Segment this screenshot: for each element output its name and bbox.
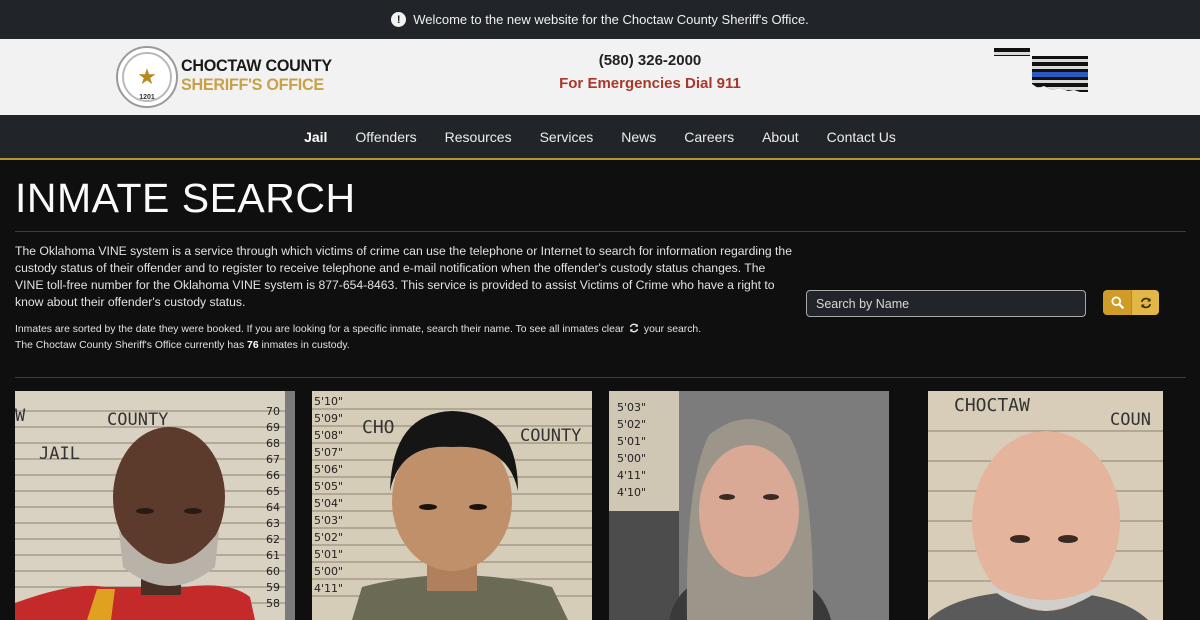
sort-note-text-end: your search. [643,324,702,335]
height-tick: 5'10" [314,395,343,408]
height-tick: 68 [266,437,280,450]
height-tick: 5'03" [617,401,646,414]
vine-intro-text: The Oklahoma VINE system is a service th… [15,244,792,309]
height-tick: 60 [266,565,280,578]
divider [15,377,1186,378]
height-tick: 5'01" [617,435,646,448]
inmate-card[interactable]: 5'03" 5'02" 5'01" 5'00" 4'11" 4'10" [609,391,889,620]
inmate-card[interactable]: W COUNTY JAIL 70 69 68 67 66 65 64 63 62… [15,391,295,620]
inmate-card[interactable]: CHOCTAW COUN [928,391,1163,620]
clear-search-button[interactable] [1131,290,1159,315]
height-tick: 64 [266,501,280,514]
search-button[interactable] [1103,290,1131,315]
height-tick: 70 [266,405,280,418]
height-tick: 5'04" [314,497,343,510]
magnifier-icon [1110,296,1124,309]
inmate-count-prefix: The Choctaw County Sheriff's Office curr… [15,339,245,351]
inmate-count: 76 [247,339,259,351]
height-tick: 66 [266,469,280,482]
seal-number: 1201 [139,94,155,101]
logo-line-1: CHOCTAW COUNTY [181,56,332,75]
nav-item-about[interactable]: About [762,129,799,145]
board-text: W [15,406,26,426]
height-tick: 5'02" [617,418,646,431]
board-text: CHOCTAW [954,395,1030,416]
height-tick: 58 [266,597,280,610]
nav-item-careers[interactable]: Careers [684,129,734,145]
board-text: JAIL [39,444,80,464]
board-text: COUNTY [107,410,168,430]
height-tick: 5'00" [617,452,646,465]
search-button-group [1103,290,1159,315]
height-tick: 5'01" [314,548,343,561]
height-tick: 65 [266,485,280,498]
height-tick: 4'11" [617,469,646,482]
phone-number[interactable]: (580) 326-2000 [500,52,800,69]
board-text: COUNTY [520,426,581,446]
inmate-card[interactable]: 5'10" 5'09" 5'08" 5'07" 5'06" 5'05" 5'04… [312,391,592,620]
height-tick: 67 [266,453,280,466]
height-tick: 63 [266,517,280,530]
height-tick: 61 [266,549,280,562]
refresh-icon [1140,297,1151,308]
nav-item-contact-us[interactable]: Contact Us [827,129,896,145]
inmate-mugshot-photo: W COUNTY JAIL 70 69 68 67 66 65 64 63 62… [15,391,295,620]
refresh-icon [629,323,639,339]
site-logo-text[interactable]: CHOCTAW COUNTY SHERIFF'S OFFICE [181,57,340,93]
inmate-count-suffix: inmates in custody. [261,339,350,351]
nav-item-jail[interactable]: Jail [304,129,327,145]
oklahoma-thin-blue-line-flag-icon [994,48,1088,92]
height-tick: 5'07" [314,446,343,459]
inmate-mugshot-photo: 5'03" 5'02" 5'01" 5'00" 4'11" 4'10" [609,391,889,620]
height-tick: 5'02" [314,531,343,544]
height-tick: 5'05" [314,480,343,493]
height-tick: 5'03" [314,514,343,527]
nav-item-services[interactable]: Services [540,129,594,145]
emergency-notice: For Emergencies Dial 911 [559,75,741,92]
height-tick: 4'10" [617,486,646,499]
site-header: ★ 1201 CHOCTAW COUNTY SHERIFF'S OFFICE (… [0,39,1200,115]
divider [15,231,1186,232]
inmate-mugshot-photo: CHOCTAW COUN [928,391,1163,620]
height-tick: 69 [266,421,280,434]
height-tick: 62 [266,533,280,546]
height-tick: 5'08" [314,429,343,442]
height-tick: 5'00" [314,565,343,578]
main-nav: Jail Offenders Resources Services News C… [0,115,1200,160]
announcement-text: Welcome to the new website for the Choct… [413,12,809,27]
logo-line-2: SHERIFF'S OFFICE [181,75,324,94]
contact-block: (580) 326-2000 For Emergencies Dial 911 [500,52,800,92]
height-tick: 5'06" [314,463,343,476]
height-tick: 4'11" [314,582,343,595]
announcement-bar: ! Welcome to the new website for the Cho… [0,0,1200,39]
board-text: CHO [362,417,395,438]
inmate-sort-note: Inmates are sorted by the date they were… [15,323,795,353]
exclamation-circle-icon: ! [391,12,407,27]
board-text: COUN [1110,410,1151,430]
inmate-mugshot-photo: 5'10" 5'09" 5'08" 5'07" 5'06" 5'05" 5'04… [312,391,592,620]
height-tick: 5'09" [314,412,343,425]
inmate-grid: W COUNTY JAIL 70 69 68 67 66 65 64 63 62… [0,391,1200,620]
nav-item-offenders[interactable]: Offenders [355,129,416,145]
star-icon: ★ [137,64,157,89]
height-tick: 59 [266,581,280,594]
nav-item-resources[interactable]: Resources [445,129,512,145]
sort-note-text: Inmates are sorted by the date they were… [15,324,625,335]
search-by-name-input[interactable] [806,290,1086,317]
page-title: INMATE SEARCH [15,175,356,221]
sheriff-seal-logo[interactable]: ★ 1201 [116,46,178,108]
nav-item-news[interactable]: News [621,129,656,145]
